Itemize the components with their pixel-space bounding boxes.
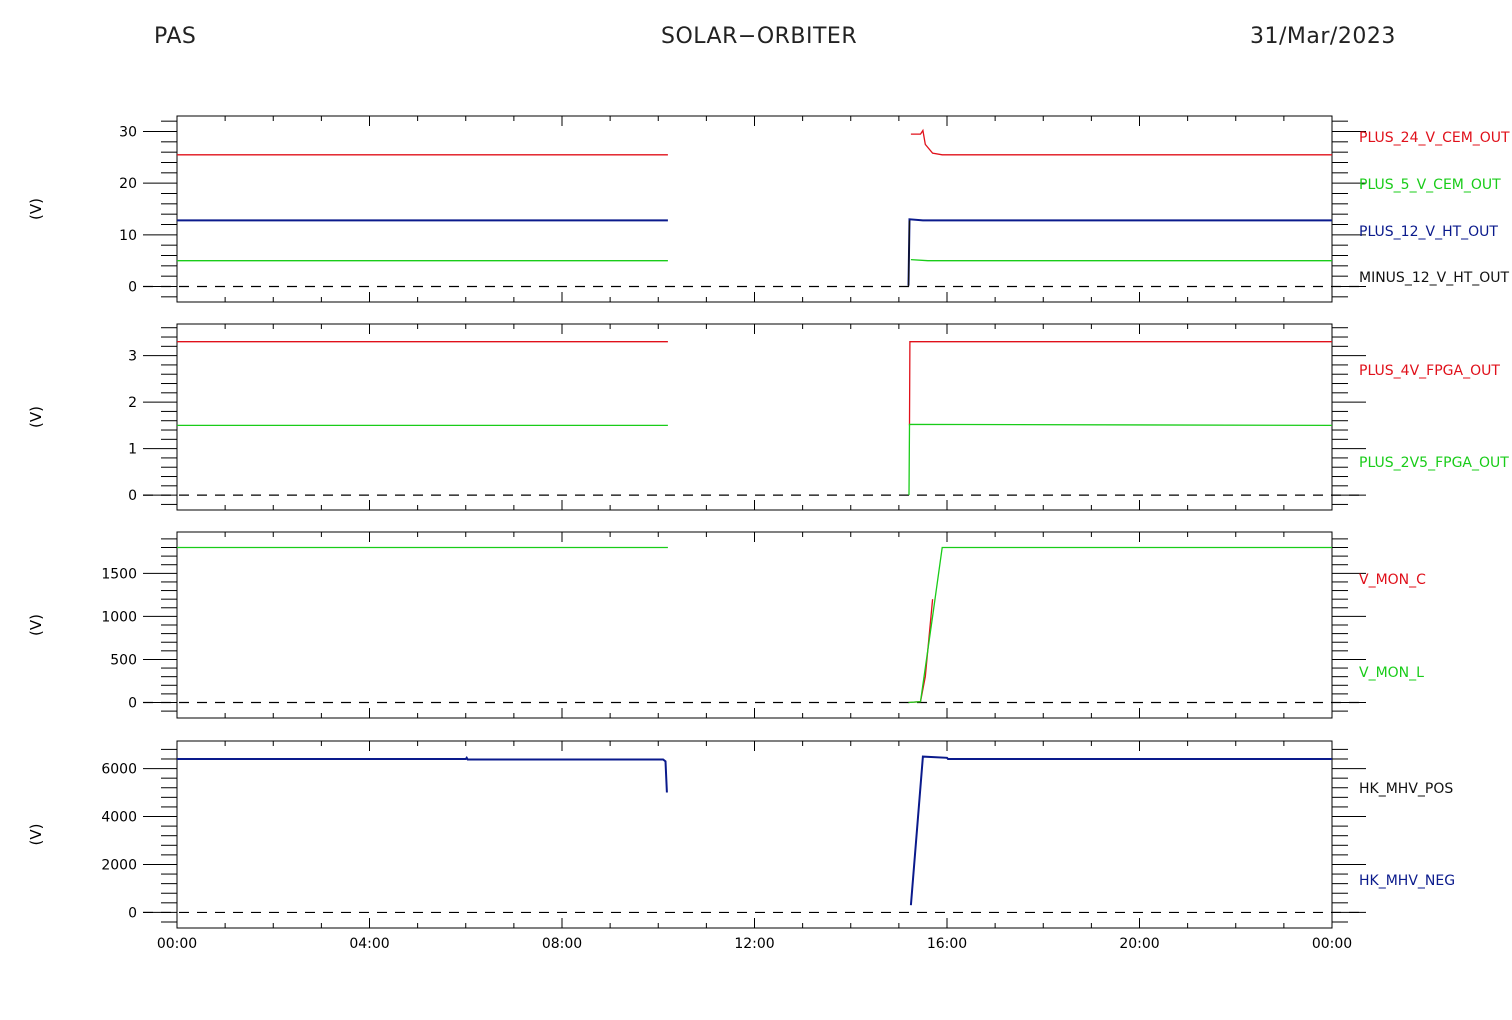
legend-label: V_MON_L: [1359, 665, 1424, 681]
legend-label: MINUS_12_V_HT_OUT: [1359, 270, 1510, 286]
y-tick-label: 4000: [101, 810, 137, 826]
panel-3: 0 500 1000 1500 (V) V_MON_C V_MON_L: [27, 531, 1426, 719]
series-line: [910, 258, 1332, 262]
y-tick-label: 500: [110, 652, 137, 668]
y-tick-label: 0: [128, 280, 137, 296]
legend-label: HK_MHV_POS: [1359, 781, 1453, 797]
legend-label: PLUS_12_V_HT_OUT: [1359, 224, 1498, 240]
y-tick-label: 10: [119, 228, 137, 244]
series-line: [907, 218, 1332, 286]
y-tick-label: 30: [119, 125, 137, 141]
plot-frame: [176, 323, 1333, 511]
plot-frame: [176, 531, 1333, 719]
y-tick-label: 6000: [101, 762, 137, 778]
series-line: [177, 755, 668, 793]
y-axis-label: (V): [27, 614, 45, 636]
series-line: [910, 128, 1332, 156]
x-tick-label: 00:00: [1312, 936, 1352, 952]
legend-label: HK_MHV_NEG: [1359, 873, 1455, 889]
legend-label: PLUS_4V_FPGA_OUT: [1359, 363, 1500, 379]
y-tick-label: 1: [128, 442, 137, 458]
series-line: [909, 755, 1332, 906]
series-line: [908, 341, 1332, 426]
x-tick-label: 16:00: [927, 936, 967, 952]
panel-4: 0 2000 4000 6000 (V) HK_MHV_POS HK_MHV_NEG: [27, 740, 1455, 929]
series-line: [908, 546, 1332, 704]
legend-label: PLUS_2V5_FPGA_OUT: [1359, 455, 1509, 471]
legend-label: PLUS_24_V_CEM_OUT: [1359, 130, 1510, 146]
y-tick-label: 1500: [101, 566, 137, 582]
x-tick-label: 04:00: [349, 936, 389, 952]
plot-frame: [176, 740, 1333, 929]
series-line: [908, 423, 1333, 496]
y-tick-label: 0: [128, 488, 137, 504]
y-axis-label: (V): [27, 198, 45, 220]
x-tick-label: 00:00: [157, 936, 197, 952]
plot-frame: [176, 115, 1333, 303]
y-axis-label: (V): [27, 824, 45, 846]
legend-label: V_MON_C: [1359, 572, 1426, 588]
y-tick-label: 2: [128, 395, 137, 411]
y-tick-label: 0: [128, 696, 137, 712]
panel-2: 0 1 2 3 (V) PLUS_4V_FPGA_OUT PLUS_2V5_FPGA_OUT: [27, 323, 1509, 511]
y-tick-label: 20: [119, 176, 137, 192]
y-tick-label: 2000: [101, 857, 137, 873]
y-axis-label: (V): [27, 406, 45, 428]
series-line: [908, 599, 934, 704]
x-tick-label: 08:00: [542, 936, 582, 952]
chart-canvas: 0102030(V)PLUS_24_V_CEM_OUTPLUS_5_V_CEM_…: [27, 115, 1510, 952]
legend-label: PLUS_5_V_CEM_OUT: [1359, 177, 1501, 193]
y-tick-label: 1000: [101, 609, 137, 625]
x-tick-label: 20:00: [1119, 936, 1159, 952]
y-tick-label: 3: [128, 349, 137, 365]
x-tick-label: 12:00: [734, 936, 774, 952]
y-tick-label: 0: [128, 905, 137, 921]
panel-1: 0 10 20 30 (V) PLUS_24_V_CEM_OUT PLUS_5_V_CEM_…: [27, 115, 1510, 303]
